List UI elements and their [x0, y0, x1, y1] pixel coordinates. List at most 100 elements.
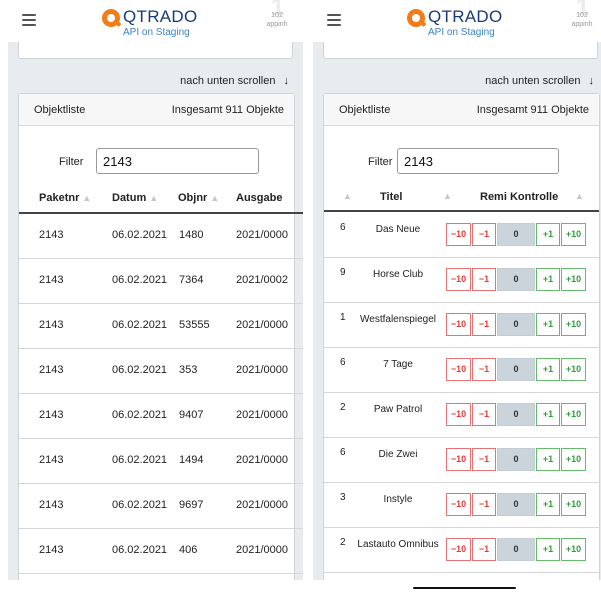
- column-header-paketnr[interactable]: Paketnr ▲︎: [39, 192, 91, 204]
- plus-1-button[interactable]: +1: [536, 538, 560, 561]
- sort-icon[interactable]: ▲︎: [575, 191, 584, 201]
- filter-input[interactable]: [397, 148, 559, 174]
- table-row[interactable]: 2143 06.02.2021 406 2021/0000: [19, 529, 303, 574]
- remi-button-group: −10 −1 0 +1 +10: [446, 448, 586, 471]
- sort-icon: ▲︎: [82, 193, 92, 203]
- minus-1-button[interactable]: −1: [472, 268, 496, 291]
- table-cell: 2021/0000: [236, 499, 288, 511]
- plus-10-button[interactable]: +10: [561, 448, 586, 471]
- app-bar: QTRADO API on Staging 1 102 appinh: [8, 0, 303, 42]
- minus-10-button[interactable]: −10: [446, 493, 471, 516]
- row-title: Horse Club: [372, 269, 424, 280]
- table-cell: 2021/0000: [236, 454, 288, 466]
- table-cell: 353: [179, 364, 198, 376]
- plus-1-button[interactable]: +1: [536, 223, 560, 246]
- table-cell: 06.02.2021: [112, 364, 168, 376]
- zero-button[interactable]: 0: [497, 538, 535, 561]
- table-cell: 2143: [39, 274, 64, 286]
- column-header-ausgabe[interactable]: Ausgabe: [236, 192, 296, 204]
- table-cell: 9697: [179, 499, 204, 511]
- plus-1-button[interactable]: +1: [536, 448, 560, 471]
- table-row[interactable]: 2143 06.02.2021 7364 2021/0002: [19, 259, 303, 304]
- minus-10-button[interactable]: −10: [446, 538, 471, 561]
- plus-1-button[interactable]: +1: [536, 358, 560, 381]
- minus-10-button[interactable]: −10: [446, 223, 471, 246]
- row-count: 9: [340, 267, 346, 278]
- brand-name: QTRADO: [428, 7, 503, 26]
- plus-1-button[interactable]: +1: [536, 268, 560, 291]
- minus-1-button[interactable]: −1: [472, 223, 496, 246]
- minus-1-button[interactable]: −1: [472, 358, 496, 381]
- plus-1-button[interactable]: +1: [536, 313, 560, 336]
- plus-10-button[interactable]: +10: [561, 403, 586, 426]
- column-header-datum[interactable]: Datum ▲︎: [112, 192, 158, 204]
- plus-10-button[interactable]: +10: [561, 493, 586, 516]
- minus-1-button[interactable]: −1: [472, 313, 496, 336]
- row-count: 3: [340, 492, 346, 503]
- hamburger-menu-icon[interactable]: [22, 14, 36, 26]
- minus-1-button[interactable]: −1: [472, 493, 496, 516]
- zero-button[interactable]: 0: [497, 268, 535, 291]
- plus-10-button[interactable]: +10: [561, 268, 586, 291]
- filter-input[interactable]: [96, 148, 259, 174]
- table-row[interactable]: 2143 06.02.2021 1494 2021/0000: [19, 439, 303, 484]
- table-row[interactable]: 2143 06.02.2021 1480 2021/0000: [19, 214, 303, 259]
- card-title: Objektliste: [339, 104, 391, 116]
- table-cell: 06.02.2021: [112, 229, 168, 241]
- filter-label: Filter: [368, 156, 393, 168]
- remi-button-group: −10 −1 0 +1 +10: [446, 313, 586, 336]
- zero-button[interactable]: 0: [497, 448, 535, 471]
- brand-name: QTRADO: [123, 7, 198, 26]
- table-row[interactable]: 2143 06.02.2021 9697 2021/0000: [19, 484, 303, 529]
- minus-10-button[interactable]: −10: [446, 403, 471, 426]
- top-card-edge: [18, 42, 293, 59]
- table-cell: 2021/0000: [236, 319, 288, 331]
- object-table: Paketnr ▲︎ Datum ▲︎ Objnr ▲︎ Ausgabe 2143 06…: [19, 180, 303, 574]
- row-count: 6: [340, 447, 346, 458]
- arrow-down-icon: ↓: [283, 75, 290, 87]
- plus-10-button[interactable]: +10: [561, 358, 586, 381]
- column-header-titel[interactable]: Titel: [380, 191, 402, 203]
- minus-10-button[interactable]: −10: [446, 448, 471, 471]
- row-count: 1: [340, 312, 346, 323]
- plus-1-button[interactable]: +1: [536, 403, 560, 426]
- table-cell: 06.02.2021: [112, 274, 168, 286]
- table-cell: 2143: [39, 364, 64, 376]
- table-row: 6 Die Zwei −10 −1 0 +1 +10: [324, 439, 599, 483]
- minus-10-button[interactable]: −10: [446, 358, 471, 381]
- zero-button[interactable]: 0: [497, 403, 535, 426]
- object-count: Insgesamt 911 Objekte: [171, 104, 284, 116]
- column-header-objnr[interactable]: Objnr ▲︎: [178, 192, 219, 204]
- table-row[interactable]: 2143 06.02.2021 353 2021/0000: [19, 349, 303, 394]
- plus-1-button[interactable]: +1: [536, 493, 560, 516]
- scroll-down-link[interactable]: nach unten scrollen ↓: [180, 75, 289, 87]
- table-cell: 2143: [39, 454, 64, 466]
- sort-icon[interactable]: ▲︎: [443, 191, 452, 201]
- arrow-down-icon: ↓: [588, 75, 595, 87]
- zero-button[interactable]: 0: [497, 358, 535, 381]
- object-list-card: Objektliste Insgesamt 911 Objekte Filter…: [323, 93, 600, 580]
- app-version-badge: 1 102 appinh: [266, 0, 288, 28]
- minus-10-button[interactable]: −10: [446, 313, 471, 336]
- minus-1-button[interactable]: −1: [472, 538, 496, 561]
- table-row[interactable]: 2143 06.02.2021 9407 2021/0000: [19, 394, 303, 439]
- table-cell: 1480: [179, 229, 204, 241]
- row-count: 6: [340, 357, 346, 368]
- table-cell: 06.02.2021: [112, 544, 168, 556]
- minus-10-button[interactable]: −10: [446, 268, 471, 291]
- table-cell: 2143: [39, 229, 64, 241]
- minus-1-button[interactable]: −1: [472, 403, 496, 426]
- plus-10-button[interactable]: +10: [561, 223, 586, 246]
- zero-button[interactable]: 0: [497, 493, 535, 516]
- remi-button-group: −10 −1 0 +1 +10: [446, 493, 586, 516]
- table-row[interactable]: 2143 06.02.2021 53555 2021/0000: [19, 304, 303, 349]
- column-header-remi-kontrolle[interactable]: Remi Kontrolle: [480, 191, 558, 203]
- hamburger-menu-icon[interactable]: [327, 14, 341, 26]
- plus-10-button[interactable]: +10: [561, 538, 586, 561]
- zero-button[interactable]: 0: [497, 223, 535, 246]
- minus-1-button[interactable]: −1: [472, 448, 496, 471]
- sort-icon[interactable]: ▲︎: [343, 191, 352, 201]
- zero-button[interactable]: 0: [497, 313, 535, 336]
- scroll-down-link[interactable]: nach unten scrollen ↓: [485, 75, 594, 87]
- plus-10-button[interactable]: +10: [561, 313, 586, 336]
